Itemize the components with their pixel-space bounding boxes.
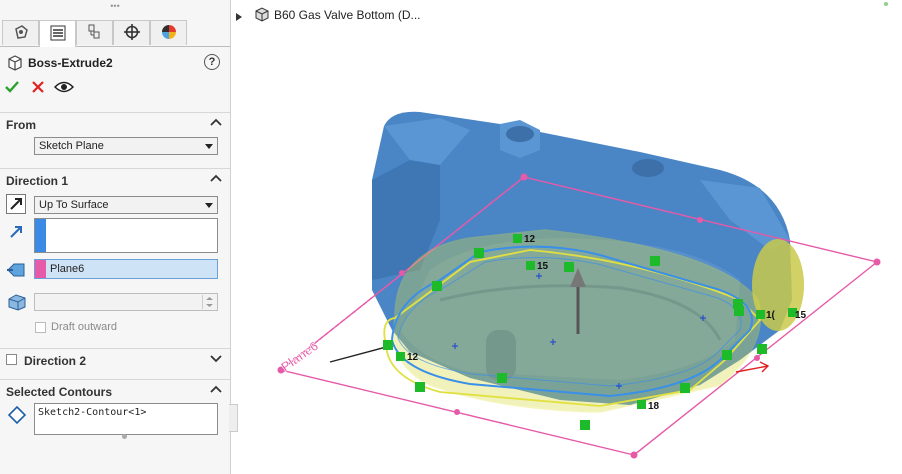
resize-dot[interactable]: [122, 434, 127, 439]
svg-text:12: 12: [407, 352, 419, 363]
chevron-up-icon[interactable]: [210, 116, 222, 128]
panel-grip[interactable]: •••: [0, 2, 230, 11]
help-icon[interactable]: ?: [204, 54, 220, 70]
svg-text:15: 15: [537, 261, 549, 272]
chevron-up-icon[interactable]: [210, 172, 222, 184]
part-name[interactable]: B60 Gas Valve Bottom (D...: [274, 8, 421, 22]
direction-of-extrusion-list[interactable]: [34, 218, 218, 253]
reverse-direction-icon: [10, 198, 22, 210]
extrude-feature-icon: [7, 54, 23, 75]
end-condition-select[interactable]: Up To Surface: [34, 196, 218, 214]
spin-arrows[interactable]: [202, 295, 216, 309]
svg-text:12: 12: [524, 234, 536, 245]
direction-color-swatch: [35, 219, 46, 252]
surface-face-field[interactable]: Plane6: [34, 259, 218, 279]
display-manager-tab[interactable]: [150, 20, 187, 45]
direction1-section-label: Direction 1: [6, 174, 69, 188]
expand-arrow-icon[interactable]: [236, 10, 242, 24]
feature-title: Boss-Extrude2: [28, 56, 113, 70]
offset-distance-spinbox[interactable]: [34, 293, 218, 311]
from-start-condition-select[interactable]: Sketch Plane: [34, 137, 218, 155]
part-icon: [254, 6, 270, 25]
graphics-viewport[interactable]: Plane6 12 15 12 15 18 1(: [232, 30, 902, 474]
surface-face-value: Plane6: [50, 263, 85, 275]
cancel-x-icon[interactable]: [32, 81, 44, 96]
crosshair-icon: [123, 23, 141, 44]
direction1-section-header[interactable]: Direction 1: [0, 168, 230, 191]
direction2-section-label: Direction 2: [24, 354, 87, 368]
selected-contours-list[interactable]: Sketch2-Contour<1>: [34, 403, 218, 435]
detailed-preview-eye-icon[interactable]: [53, 80, 75, 97]
svg-text:1(: 1(: [766, 310, 776, 321]
direction-of-extrusion-icon: [8, 224, 24, 243]
configuration-manager-tab[interactable]: [76, 20, 113, 45]
dropdown-arrow-icon: [205, 144, 213, 149]
selected-contours-section-header[interactable]: Selected Contours: [0, 379, 230, 402]
selected-contours-section-label: Selected Contours: [6, 385, 113, 399]
from-section-header[interactable]: From: [0, 112, 230, 135]
dropdown-arrow-icon: [205, 203, 213, 208]
dimension-badge[interactable]: 12: [396, 352, 419, 363]
property-manager-panel: ••• Boss-Extrude2 ? From Sketch Plane Di…: [0, 0, 231, 474]
configuration-manager-icon: [86, 23, 104, 44]
from-start-condition-value: Sketch Plane: [39, 140, 104, 152]
chevron-down-icon[interactable]: [210, 352, 222, 364]
direction2-section-header[interactable]: Direction 2: [0, 348, 230, 371]
chevron-up-icon[interactable]: [210, 383, 222, 395]
panel-tabs: [0, 20, 230, 47]
feature-manager-icon: [12, 23, 30, 44]
direction2-checkbox[interactable]: [6, 354, 17, 365]
color-wheel-icon: [160, 23, 178, 44]
dimxpert-manager-tab[interactable]: [113, 20, 150, 45]
spin-up-down-icon: [206, 297, 213, 307]
from-section-label: From: [6, 118, 36, 132]
property-manager-icon: [49, 24, 67, 45]
ok-checkmark-icon[interactable]: [5, 80, 19, 97]
feature-manager-tab[interactable]: [2, 20, 39, 45]
draft-outward-label: Draft outward: [51, 321, 118, 333]
status-dot: [884, 2, 888, 6]
feature-header: Boss-Extrude2 ?: [0, 50, 230, 76]
offset-distance-icon: [6, 292, 28, 315]
contour-diamond-icon: [7, 405, 27, 427]
face-plane-icon: [6, 261, 26, 282]
dimension-badge[interactable]: 18: [637, 400, 660, 412]
contour-list-item[interactable]: Sketch2-Contour<1>: [38, 407, 146, 418]
draft-outward-checkbox[interactable]: [35, 322, 46, 333]
svg-text:18: 18: [648, 401, 660, 412]
property-manager-tab[interactable]: [39, 20, 76, 47]
surface-color-swatch: [35, 260, 46, 278]
reverse-direction-button[interactable]: [6, 194, 26, 214]
plane-label[interactable]: Plane6: [278, 338, 322, 375]
end-condition-value: Up To Surface: [39, 199, 109, 211]
svg-text:15: 15: [795, 310, 807, 321]
action-row: [0, 79, 230, 99]
